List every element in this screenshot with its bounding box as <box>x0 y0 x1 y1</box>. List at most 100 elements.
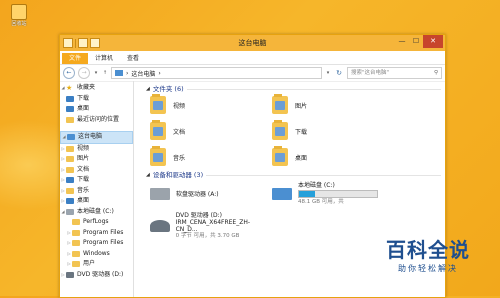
devices-group-header[interactable]: ◢ 设备和驱动器 (3) <box>146 170 445 181</box>
group-title: 设备和驱动器 (3) <box>152 171 204 179</box>
address-bar[interactable]: › 这台电脑 › <box>111 67 322 79</box>
watermark-title: 百科全说 <box>386 238 470 262</box>
refresh-icon[interactable]: ↻ <box>334 68 344 78</box>
breadcrumb-chevron-icon[interactable]: › <box>158 70 160 77</box>
folder-pictures[interactable]: 图片 <box>272 94 392 115</box>
desktop-icon <box>66 198 74 205</box>
videos-folder-icon <box>150 94 166 114</box>
folders-grid: 视频 图片 文档 下载 音乐 桌面 <box>150 94 445 167</box>
collapse-group-icon[interactable]: ◢ <box>146 84 150 95</box>
folder-desktop[interactable]: 桌面 <box>272 146 392 167</box>
devices-grid: 软盘驱动器 (A:) 本地磁盘 (C:) 48.1 GB 可用，共 DVD 驱动… <box>150 181 445 239</box>
window-title: 这台电脑 <box>238 39 267 47</box>
recycle-bin-icon <box>11 4 27 20</box>
back-button[interactable]: ← <box>63 67 75 79</box>
minimize-button[interactable]: — <box>395 35 409 48</box>
watermark-logo: 百科全说 助你轻松解决 <box>386 234 470 274</box>
windows-drive-icon <box>272 188 292 200</box>
nav-folder-program-files-x86[interactable]: ▷ Program Files <box>60 238 133 249</box>
device-label: DVD 驱动器 (D:) <box>175 212 222 219</box>
maximize-button[interactable]: ☐ <box>409 35 423 48</box>
hard-drive-icon <box>66 208 74 215</box>
nav-item-desktop[interactable]: 桌面 <box>60 104 133 115</box>
device-volume-name: IRM_CENA_X64FREE_ZH-CN_D... <box>175 219 251 233</box>
device-free-space: 48.1 GB 可用，共 <box>298 199 344 205</box>
recent-locations-icon[interactable]: ▾ <box>93 70 99 76</box>
window-controls: — ☐ ✕ <box>395 35 443 48</box>
tab-computer[interactable]: 计算机 <box>88 53 120 64</box>
group-divider <box>186 89 441 90</box>
search-placeholder: 搜索"这台电脑" <box>351 70 390 76</box>
nav-dvd-drive[interactable]: ▷ DVD 驱动器 (D:) <box>60 270 133 281</box>
nav-item-recent[interactable]: 最近访问的位置 <box>60 115 133 126</box>
nav-item-label: 图片 <box>77 155 90 162</box>
device-label: 本地磁盘 (C:) <box>298 182 335 189</box>
music-folder-icon <box>66 187 74 194</box>
title-bar: 这台电脑 — ☐ ✕ <box>60 35 445 51</box>
nav-item-label: Program Files <box>83 228 124 236</box>
nav-item-music[interactable]: ▷ 音乐 <box>60 186 133 197</box>
pictures-folder-icon <box>66 156 74 163</box>
floppy-drive-icon <box>150 188 170 200</box>
nav-item-documents[interactable]: ▷ 文档 <box>60 165 133 176</box>
downloads-folder-icon <box>272 120 288 140</box>
nav-folder-perflogs[interactable]: PerfLogs <box>60 217 133 228</box>
tab-view[interactable]: 查看 <box>120 53 146 64</box>
disk-usage-bar <box>298 190 378 198</box>
nav-item-label: Program Files <box>83 239 124 246</box>
nav-item-label: PerfLogs <box>83 218 109 225</box>
download-icon <box>66 95 74 102</box>
search-icon[interactable]: ⚲ <box>434 68 438 78</box>
folder-music[interactable]: 音乐 <box>150 146 270 167</box>
nav-item-label: DVD 驱动器 (D:) <box>77 270 124 278</box>
breadcrumb-separator-icon: › <box>126 69 129 77</box>
device-label: 软盘驱动器 (A:) <box>176 190 219 198</box>
device-local-disk[interactable]: 本地磁盘 (C:) 48.1 GB 可用，共 <box>272 181 392 207</box>
close-button[interactable]: ✕ <box>423 35 443 48</box>
pictures-folder-icon <box>272 94 288 114</box>
breadcrumb-this-pc[interactable]: 这台电脑 <box>131 69 155 78</box>
recent-places-icon <box>66 116 74 123</box>
nav-item-pictures[interactable]: ▷ 图片 <box>60 154 133 165</box>
dvd-icon <box>66 271 74 278</box>
folder-label: 音乐 <box>173 154 186 162</box>
folder-downloads[interactable]: 下载 <box>272 120 392 141</box>
nav-this-pc[interactable]: ◢ 这台电脑 <box>60 131 133 144</box>
nav-favorites[interactable]: ◢ ★ 收藏夹 <box>60 83 133 94</box>
nav-folder-users[interactable]: ▷ 用户 <box>60 259 133 270</box>
collapse-group-icon[interactable]: ◢ <box>146 170 150 181</box>
nav-item-desktop-pc[interactable]: ▷ 桌面 <box>60 196 133 207</box>
nav-item-downloads[interactable]: 下载 <box>60 94 133 105</box>
address-dropdown-icon[interactable]: ▾ <box>325 70 331 76</box>
documents-folder-icon <box>150 120 166 140</box>
device-dvd[interactable]: DVD 驱动器 (D:) IRM_CENA_X64FREE_ZH-CN_D...… <box>150 212 270 239</box>
nav-drive-c[interactable]: ◢ 本地磁盘 (C:) <box>60 207 133 218</box>
music-folder-icon <box>150 146 166 166</box>
up-button[interactable]: ↑ <box>102 70 108 76</box>
navigation-pane: ◢ ★ 收藏夹 下载 桌面 最近访问的位置 ◢ 这台电脑 ▷ 视频 ▷ 图片 ▷ 文档 ▷ 下… <box>60 81 134 297</box>
folder-icon <box>72 219 80 226</box>
folder-documents[interactable]: 文档 <box>150 120 270 141</box>
folders-group-header[interactable]: ◢ 文件夹 (6) <box>146 84 445 95</box>
nav-item-videos[interactable]: ▷ 视频 <box>60 144 133 155</box>
tab-file[interactable]: 文件 <box>62 53 89 64</box>
folder-icon <box>72 250 80 257</box>
nav-item-downloads-pc[interactable]: ▷ 下载 <box>60 175 133 186</box>
nav-folder-program-files[interactable]: ▷ Program Files <box>60 228 133 239</box>
watermark-subtitle: 助你轻松解决 <box>398 264 458 273</box>
device-floppy[interactable]: 软盘驱动器 (A:) <box>150 181 270 207</box>
ribbon-tabs: 文件 计算机 查看 <box>60 51 445 65</box>
nav-folder-windows[interactable]: ▷ Windows <box>60 249 133 260</box>
star-icon: ★ <box>66 84 73 92</box>
nav-item-label: 下载 <box>77 94 90 102</box>
nav-item-label: 桌面 <box>77 105 90 112</box>
download-icon <box>66 177 74 184</box>
recycle-bin-desktop-icon[interactable]: 回收站 <box>6 4 32 27</box>
forward-button[interactable]: → <box>78 67 90 79</box>
folder-icon <box>72 229 80 236</box>
folder-videos[interactable]: 视频 <box>150 94 270 115</box>
folder-label: 文档 <box>173 128 186 136</box>
folder-label: 桌面 <box>295 154 308 162</box>
search-input[interactable]: 搜索"这台电脑" ⚲ <box>347 67 442 79</box>
nav-item-label: 最近访问的位置 <box>77 115 120 123</box>
